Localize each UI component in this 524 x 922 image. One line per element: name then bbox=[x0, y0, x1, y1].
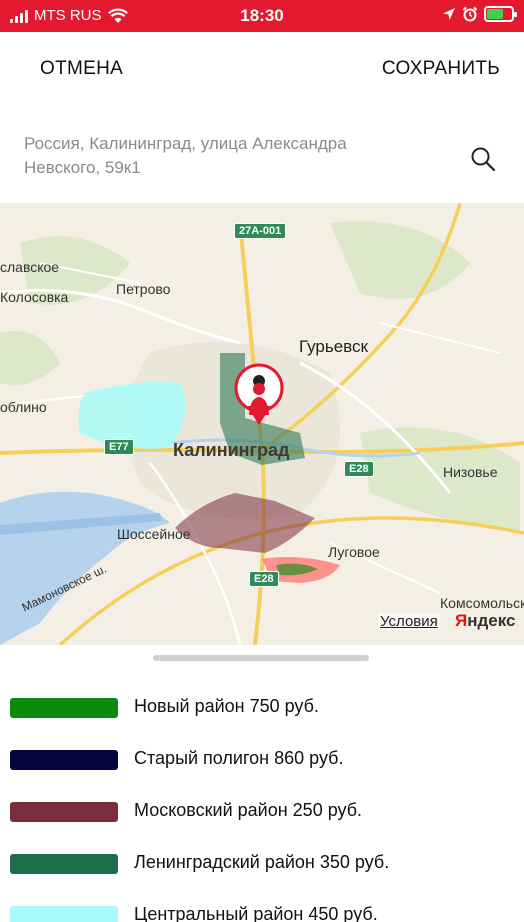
status-bar: MTS RUS 18:30 bbox=[0, 0, 524, 32]
legend-label: Старый полигон 860 руб. bbox=[134, 748, 344, 768]
map-label-komsomolsk: Комсомольск bbox=[440, 595, 524, 611]
bottom-sheet-handle[interactable] bbox=[153, 655, 369, 661]
legend-item-new-district: Новый район 750 руб. bbox=[0, 682, 524, 722]
save-button[interactable]: СОХРАНИТЬ bbox=[382, 58, 500, 80]
map-label-nizovye: Низовье bbox=[443, 464, 498, 480]
legend-swatch bbox=[10, 698, 118, 718]
legend-item-leningradsky: Ленинградский район 350 руб. bbox=[0, 838, 524, 878]
road-badge-e28-east: E28 bbox=[344, 461, 374, 477]
search-icon[interactable] bbox=[470, 146, 496, 172]
map-label-slavskoe: славское bbox=[0, 259, 60, 275]
legend-label: Московский район 250 руб. bbox=[134, 800, 363, 820]
legend-swatch bbox=[10, 750, 118, 770]
map-label-shosseynoe: Шоссейное bbox=[117, 526, 191, 542]
legend-item-central: Центральный район 450 руб. bbox=[0, 890, 524, 922]
map-label-oblino: облино bbox=[0, 399, 47, 415]
map-label-petrovo: Петрово bbox=[116, 281, 171, 297]
map-view[interactable]: славское Колосовка Петрово Гурьевск обли… bbox=[0, 203, 524, 645]
location-arrow-icon bbox=[443, 8, 455, 20]
road-badge-e28-south: E28 bbox=[249, 571, 279, 587]
battery-icon bbox=[484, 6, 517, 22]
map-label-kaliningrad: Калининград bbox=[173, 440, 290, 460]
legend-label: Новый район 750 руб. bbox=[134, 696, 319, 716]
yandex-logo: Яндекс bbox=[455, 611, 516, 630]
status-right bbox=[442, 6, 517, 22]
legend-swatch bbox=[10, 854, 118, 874]
legend-item-old-landfill: Старый полигон 860 руб. bbox=[0, 734, 524, 774]
map-label-lugovoe: Луговое bbox=[328, 544, 380, 560]
address-search-field[interactable]: Россия, Калининград, улица Александра Не… bbox=[24, 132, 424, 180]
alarm-icon bbox=[462, 6, 478, 22]
road-badge-e77: E77 bbox=[104, 439, 134, 455]
map-label-gurevsk: Гурьевск bbox=[299, 337, 368, 356]
road-badge-27a-001: 27А-001 bbox=[234, 223, 287, 239]
legend-swatch bbox=[10, 802, 118, 822]
legend-label: Центральный район 450 руб. bbox=[134, 904, 378, 922]
cancel-button[interactable]: ОТМЕНА bbox=[40, 58, 123, 80]
map-label-kolosovka: Колосовка bbox=[0, 289, 69, 305]
legend-label: Ленинградский район 350 руб. bbox=[134, 852, 390, 872]
legend-swatch bbox=[10, 906, 118, 922]
terms-link[interactable]: Условия bbox=[378, 613, 440, 630]
legend-item-moskovsky: Московский район 250 руб. bbox=[0, 786, 524, 826]
